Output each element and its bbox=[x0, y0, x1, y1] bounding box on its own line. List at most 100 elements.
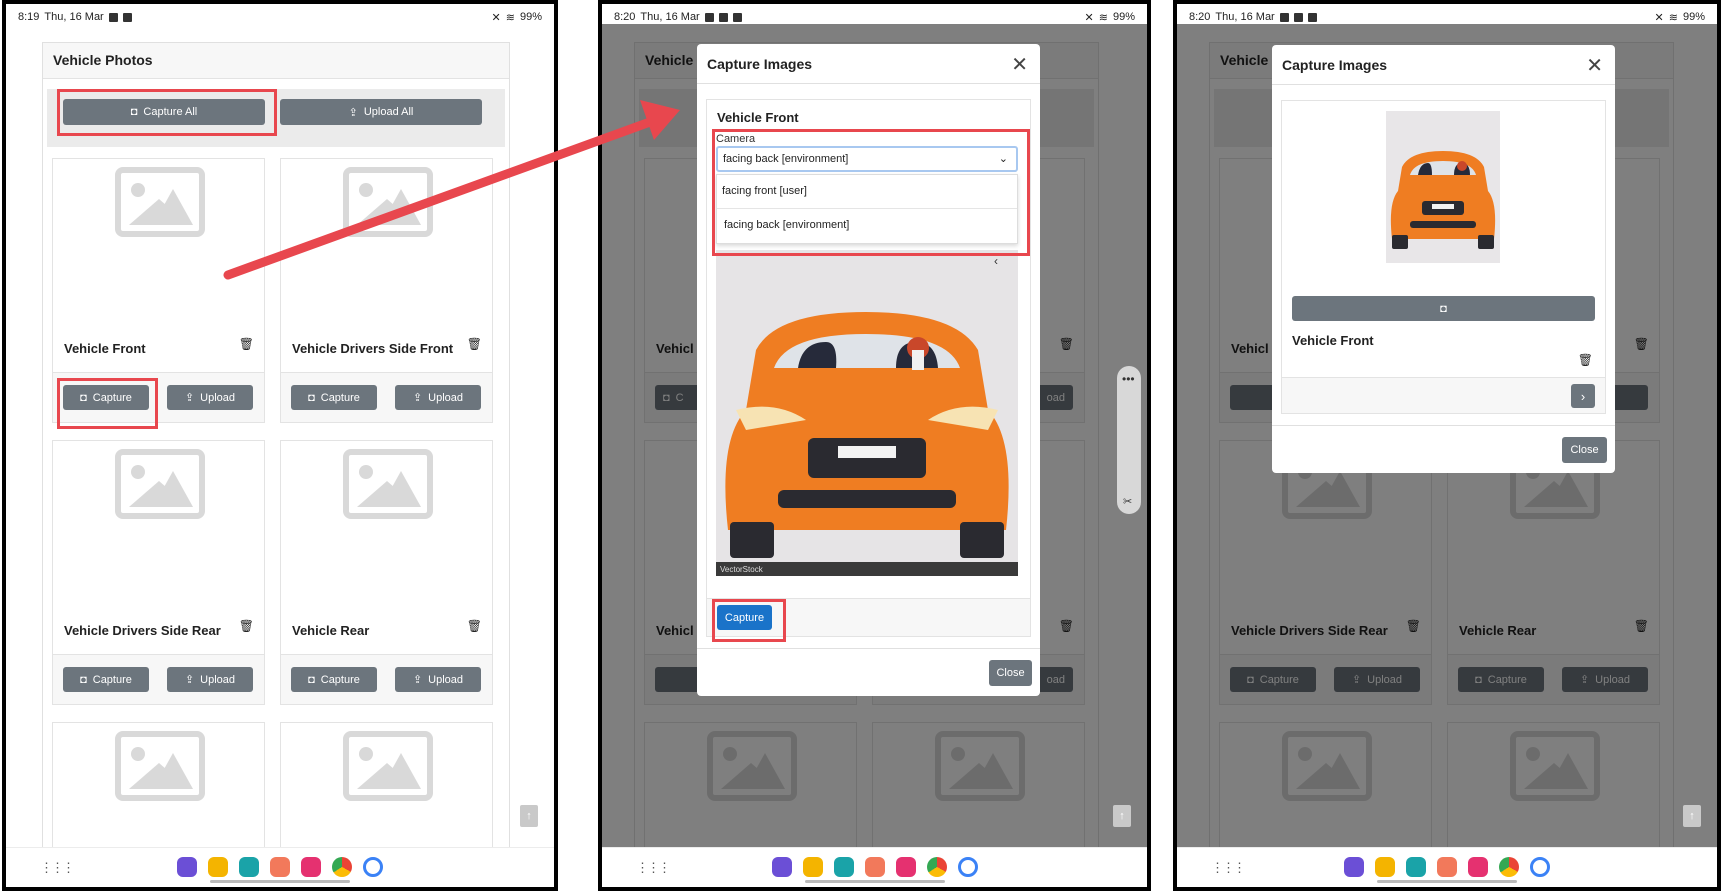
folder-icon[interactable] bbox=[802, 857, 823, 877]
app-icon[interactable] bbox=[177, 857, 197, 877]
status-bar: 8:19 Thu, 16 Mar ✕ ≋ 99% bbox=[6, 4, 554, 30]
modal-title: Capture Images bbox=[1272, 45, 1615, 85]
capture-button[interactable]: ◘ Capture bbox=[63, 667, 149, 692]
key-icon[interactable] bbox=[957, 857, 978, 877]
photo-card-vehicle-drivers-side-front: Vehicle Drivers Side Front 🗑 ◘ Capture ⇪ U… bbox=[280, 158, 493, 423]
home-indicator[interactable] bbox=[804, 880, 945, 883]
chevron-right-icon[interactable]: › bbox=[1571, 384, 1595, 408]
captured-image-thumbnail[interactable] bbox=[1386, 111, 1500, 263]
chrome-icon[interactable] bbox=[332, 857, 352, 877]
video-icon bbox=[1293, 12, 1303, 22]
contacts-icon[interactable] bbox=[1437, 857, 1457, 877]
highlight-camera-select bbox=[712, 129, 1030, 256]
calendar-icon[interactable] bbox=[833, 857, 854, 877]
camera-app-icon[interactable] bbox=[1468, 857, 1488, 877]
car-thumbnail-image bbox=[1386, 111, 1500, 263]
photo-card bbox=[52, 722, 265, 862]
photo-card-vehicle-drivers-side-rear: Vehicle Drivers Side Rear 🗑 ◘ Capture ⇪ Up… bbox=[52, 440, 265, 705]
apps-grid-icon[interactable]: ⋮⋮⋮ bbox=[1211, 860, 1246, 876]
image-placeholder-icon bbox=[115, 449, 205, 519]
close-button[interactable]: Close bbox=[989, 660, 1032, 686]
folder-icon[interactable] bbox=[1375, 857, 1395, 877]
upload-label: Upload bbox=[428, 673, 464, 686]
status-date: Thu, 16 Mar bbox=[44, 11, 104, 23]
close-button[interactable]: Close bbox=[1562, 437, 1607, 463]
battery-level: 99% bbox=[519, 11, 542, 23]
mute-icon: ✕ bbox=[1084, 11, 1094, 24]
scroll-to-top-button[interactable]: ↑ bbox=[1113, 805, 1131, 827]
trash-icon[interactable]: 🗑 bbox=[467, 619, 482, 633]
capture-button[interactable]: ◘ Capture bbox=[291, 667, 377, 692]
captured-section-footer: › bbox=[1282, 377, 1605, 413]
trash-icon[interactable]: 🗑 bbox=[239, 337, 254, 351]
folder-icon[interactable] bbox=[208, 857, 228, 877]
status-date: Thu, 16 Mar bbox=[1215, 11, 1275, 23]
app-icon bbox=[1307, 12, 1317, 22]
contacts-icon[interactable] bbox=[270, 857, 290, 877]
app-icon[interactable] bbox=[771, 857, 792, 877]
app-icon bbox=[732, 12, 742, 22]
battery-level: 99% bbox=[1682, 11, 1705, 23]
app-icon[interactable] bbox=[1344, 857, 1364, 877]
upload-icon: ⇪ bbox=[348, 106, 358, 119]
app-icon bbox=[122, 12, 132, 22]
modal-title: Capture Images bbox=[697, 44, 1040, 84]
status-time: 8:20 bbox=[614, 11, 636, 23]
section-title: Vehicle Front bbox=[717, 110, 799, 125]
scroll-to-top-button[interactable]: ↑ bbox=[520, 805, 538, 827]
image-placeholder-icon bbox=[115, 731, 205, 801]
gallery-icon bbox=[108, 12, 118, 22]
capture-button[interactable]: ◘ bbox=[1292, 296, 1595, 321]
home-indicator[interactable] bbox=[1377, 880, 1517, 883]
upload-all-button[interactable]: ⇪ Upload All bbox=[280, 99, 482, 125]
upload-button[interactable]: ⇪ Upload bbox=[167, 667, 253, 692]
wifi-icon: ≋ bbox=[1098, 11, 1108, 24]
upload-all-label: Upload All bbox=[363, 106, 414, 118]
upload-label: Upload bbox=[200, 391, 236, 404]
close-icon[interactable]: ✕ bbox=[1586, 53, 1603, 78]
camera-icon: ◘ bbox=[308, 673, 315, 686]
captured-image-section: ◘ Vehicle Front 🗑 › bbox=[1281, 100, 1606, 414]
card-footer: ◘ Capture ⇪ Upload bbox=[281, 654, 492, 704]
calendar-icon[interactable] bbox=[239, 857, 259, 877]
scroll-to-top-button[interactable]: ↑ bbox=[1683, 805, 1701, 827]
camera-preview: VectorStock ‹ bbox=[716, 250, 1018, 576]
trash-icon[interactable]: 🗑 bbox=[467, 337, 482, 351]
contacts-icon[interactable] bbox=[864, 857, 885, 877]
upload-label: Upload bbox=[428, 391, 464, 404]
card-title: Vehicle Front bbox=[64, 341, 146, 356]
chrome-icon[interactable] bbox=[926, 857, 947, 877]
camera-icon: ◘ bbox=[1440, 302, 1447, 315]
camera-icon: ◘ bbox=[308, 391, 315, 404]
apps-grid-icon[interactable]: ⋮⋮⋮ bbox=[40, 860, 75, 876]
photo-card-vehicle-rear: Vehicle Rear 🗑 ◘ Capture ⇪ Upload bbox=[280, 440, 493, 705]
floating-side-panel[interactable]: ••• ✂ bbox=[1117, 366, 1141, 514]
card-title: Vehicle Rear bbox=[292, 623, 370, 638]
home-indicator[interactable] bbox=[210, 880, 350, 883]
calendar-icon[interactable] bbox=[1406, 857, 1426, 877]
status-time: 8:19 bbox=[18, 11, 40, 23]
camera-app-icon[interactable] bbox=[895, 857, 916, 877]
camera-icon: ◘ bbox=[80, 673, 87, 686]
capture-label: Capture bbox=[320, 391, 360, 404]
chrome-icon[interactable] bbox=[1499, 857, 1519, 877]
mute-icon: ✕ bbox=[1654, 11, 1664, 24]
trash-icon[interactable]: 🗑 bbox=[1578, 353, 1593, 367]
more-icon[interactable]: ••• bbox=[1122, 372, 1135, 386]
accessibility-icon[interactable]: ✂ bbox=[1123, 495, 1132, 508]
key-icon[interactable] bbox=[1530, 857, 1550, 877]
key-icon[interactable] bbox=[363, 857, 383, 877]
modal-footer: Close bbox=[697, 648, 1040, 696]
camera-app-icon[interactable] bbox=[301, 857, 321, 877]
chevron-left-icon[interactable]: ‹ bbox=[994, 254, 998, 268]
apps-grid-icon[interactable]: ⋮⋮⋮ bbox=[636, 860, 671, 876]
trash-icon[interactable]: 🗑 bbox=[239, 619, 254, 633]
image-placeholder-icon bbox=[343, 731, 433, 801]
capture-button[interactable]: ◘ Capture bbox=[291, 385, 377, 410]
close-icon[interactable]: ✕ bbox=[1011, 52, 1028, 77]
capture-label: Capture bbox=[92, 673, 132, 686]
android-nav-bar: ⋮⋮⋮ bbox=[6, 847, 554, 887]
upload-button[interactable]: ⇪ Upload bbox=[395, 667, 481, 692]
upload-button[interactable]: ⇪ Upload bbox=[167, 385, 253, 410]
upload-button[interactable]: ⇪ Upload bbox=[395, 385, 481, 410]
